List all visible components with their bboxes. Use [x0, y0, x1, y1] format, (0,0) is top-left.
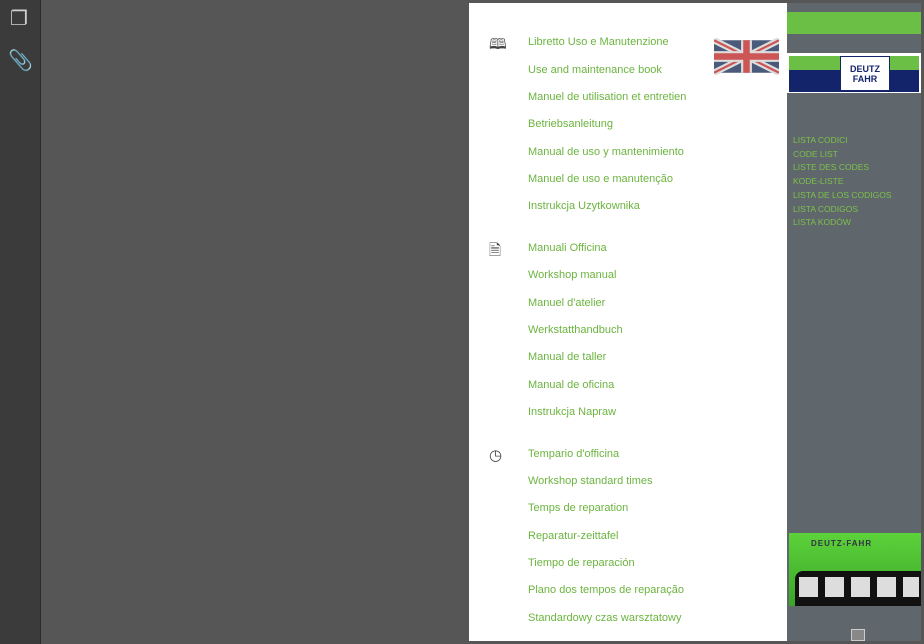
- manual-link[interactable]: Plano dos tempos de reparação: [528, 584, 684, 596]
- manual-link[interactable]: Betriebsanleitung: [528, 118, 613, 130]
- code-list-link[interactable]: LISTA CODICI: [793, 135, 848, 145]
- clock-icon: ◷: [489, 447, 503, 464]
- pages-icon[interactable]: ❐: [8, 8, 30, 30]
- uk-flag-icon[interactable]: [714, 38, 779, 75]
- sidebar: ❐ 📎: [0, 0, 41, 644]
- manual-link[interactable]: Workshop manual: [528, 269, 616, 281]
- manual-link[interactable]: Temps de reparation: [528, 502, 628, 514]
- manual-link[interactable]: Manuel de uso e manutenção: [528, 173, 673, 185]
- footer-logo-icon: [851, 629, 865, 641]
- document-page: 🕮 Libretto Uso e Manutenzione Use and main…: [469, 3, 921, 641]
- manual-link[interactable]: Manuel de utilisation et entretien: [528, 91, 686, 103]
- code-list-link[interactable]: LISTE DES CODES: [793, 162, 869, 172]
- manual-link[interactable]: Werkstatthandbuch: [528, 324, 623, 336]
- code-list-link[interactable]: LISTA KODÓW: [793, 217, 851, 227]
- manual-link[interactable]: Manuel d'atelier: [528, 297, 605, 309]
- manual-link[interactable]: Reparatur-zeittafel: [528, 530, 619, 542]
- code-list-link[interactable]: KODE-LISTE: [793, 176, 844, 186]
- manual-link[interactable]: Manual de oficina: [528, 379, 614, 391]
- document-icon: 🗎: [489, 242, 502, 259]
- manual-link[interactable]: Manuali Officina: [528, 242, 607, 254]
- manual-link[interactable]: Tiempo de reparación: [528, 557, 635, 569]
- tractor-image: DEUTZ-FAHR: [789, 533, 921, 606]
- manual-link[interactable]: Tempario d'officina: [528, 448, 619, 460]
- attachment-icon[interactable]: 📎: [8, 50, 33, 72]
- manual-link[interactable]: Instrukcja Napraw: [528, 406, 616, 418]
- code-list-link[interactable]: LISTA CODIGOS: [793, 204, 858, 214]
- manual-link[interactable]: Use and maintenance book: [528, 64, 662, 76]
- manual-link[interactable]: Standardowy czas warsztatowy: [528, 612, 681, 624]
- book-icon: 🕮: [489, 36, 507, 53]
- deutz-fahr-logo: DEUTZ FAHR: [840, 56, 890, 91]
- manual-link[interactable]: Libretto Uso e Manutenzione: [528, 36, 669, 48]
- code-list-link[interactable]: CODE LIST: [793, 149, 838, 159]
- manual-link[interactable]: Manual de taller: [528, 351, 606, 363]
- code-list-link[interactable]: LISTA DE LOS CODIGOS: [793, 190, 892, 200]
- manual-link[interactable]: Instrukcja Uzytkownika: [528, 200, 640, 212]
- side-panel: DEUTZ FAHR LISTA CODICI CODE LIST LISTE DES…: [787, 3, 921, 641]
- manual-link[interactable]: Manual de uso y mantenimiento: [528, 146, 684, 158]
- manual-link[interactable]: Workshop standard times: [528, 475, 653, 487]
